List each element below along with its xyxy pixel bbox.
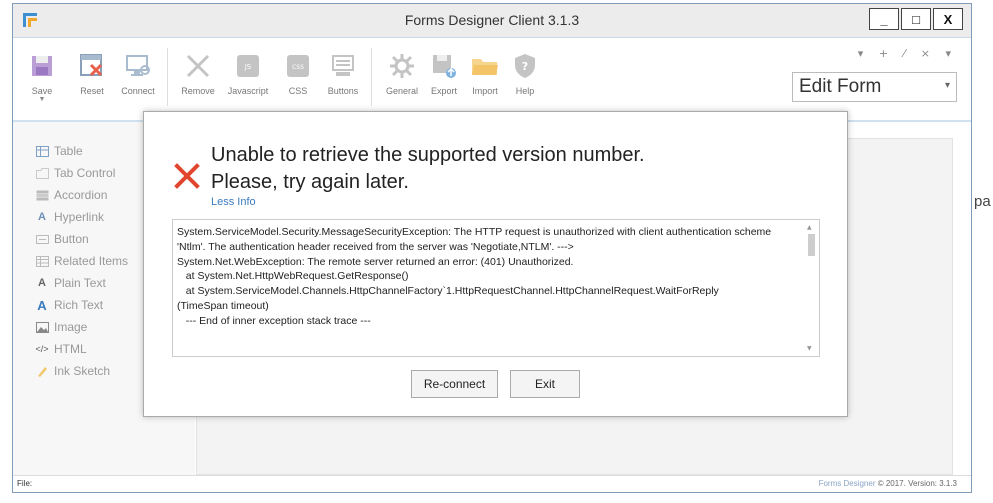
- window-title: Forms Designer Client 3.1.3: [404, 12, 580, 28]
- close-button[interactable]: X: [933, 8, 963, 30]
- css-label: CSS: [288, 86, 308, 96]
- minimize-button[interactable]: _: [869, 8, 899, 30]
- save-button[interactable]: Save ▼: [17, 50, 67, 103]
- details-scrollbar[interactable]: ▲ ▼: [805, 222, 817, 354]
- error-x-icon: [174, 163, 200, 189]
- connect-button[interactable]: Connect: [113, 50, 163, 96]
- less-info-link[interactable]: Less Info: [211, 196, 256, 208]
- sidebar-item-label: Hyperlink: [54, 210, 105, 224]
- button-icon: [35, 233, 49, 245]
- sidebar-item-label: Related Items: [54, 254, 129, 268]
- sidebar-item-label: Tab Control: [54, 166, 116, 180]
- tab-control-icon: [35, 167, 49, 179]
- help-button[interactable]: ? Help: [500, 50, 550, 96]
- title-bar: Forms Designer Client 3.1.3 _ □ X: [13, 4, 971, 38]
- buttons-button[interactable]: Buttons: [318, 50, 368, 96]
- hyperlink-icon: A: [38, 211, 46, 223]
- javascript-label: Javascript: [227, 86, 269, 96]
- related-items-icon: [35, 255, 49, 267]
- remove-label: Remove: [181, 86, 215, 96]
- css-button[interactable]: CSS CSS: [273, 50, 323, 96]
- toolbar-ribbon: Save ▼ Reset Connect Remove JS Javascrip…: [13, 38, 971, 122]
- html-code-icon: </>: [35, 344, 49, 354]
- chevron-down-icon[interactable]: ▼: [17, 96, 67, 103]
- sidebar-item-image[interactable]: Image: [35, 320, 87, 334]
- sidebar-item-label: Rich Text: [54, 298, 104, 312]
- sidebar-item-hyperlink[interactable]: A Hyperlink: [35, 210, 104, 224]
- exit-button[interactable]: Exit: [510, 370, 580, 398]
- status-version: Forms Designer © 2017. Version: 3.1.3: [819, 479, 957, 488]
- sidebar-item-label: Accordion: [54, 188, 108, 202]
- scroll-down-arrow-icon[interactable]: ▼: [807, 345, 812, 352]
- sidebar-item-label: Table: [54, 144, 83, 158]
- status-copyright: © 2017. Version: 3.1.3: [877, 479, 957, 488]
- sidebar-item-label: Image: [54, 320, 88, 334]
- table-icon: [35, 145, 49, 157]
- save-label: Save: [31, 86, 53, 96]
- buttons-icon: [332, 55, 354, 76]
- svg-text:JS: JS: [244, 63, 252, 71]
- maximize-button[interactable]: □: [901, 8, 931, 30]
- sidebar-item-button[interactable]: Button: [35, 232, 89, 246]
- save-icon: [32, 56, 52, 76]
- sidebar-item-label: Button: [54, 232, 89, 246]
- accordion-icon: [35, 189, 49, 201]
- sidebar-item-rich-text[interactable]: A Rich Text: [35, 297, 104, 313]
- error-message-line1: Unable to retrieve the supported version…: [211, 144, 645, 166]
- error-details-box[interactable]: System.ServiceModel.Security.MessageSecu…: [172, 219, 820, 357]
- status-brand: Forms Designer: [818, 479, 876, 488]
- gear-icon: [390, 54, 414, 78]
- sidebar-item-accordion[interactable]: Accordion: [35, 188, 107, 202]
- help-label: Help: [515, 86, 535, 96]
- rich-text-icon: A: [37, 297, 47, 313]
- export-icon: [433, 55, 456, 78]
- folder-icon: [472, 59, 498, 75]
- mode-select-value: Edit Form: [799, 76, 882, 97]
- javascript-icon: JS: [237, 55, 259, 77]
- scroll-thumb[interactable]: [808, 234, 815, 256]
- mode-select[interactable]: Edit Form ▾: [792, 72, 957, 102]
- error-dialog: Unable to retrieve the supported version…: [143, 111, 848, 417]
- reconnect-button[interactable]: Re-connect: [411, 370, 498, 398]
- connect-label: Connect: [121, 86, 155, 96]
- status-bar: File: Forms Designer © 2017. Version: 3.…: [13, 475, 971, 492]
- scroll-up-arrow-icon[interactable]: ▲: [807, 224, 812, 231]
- sidebar-item-ink-sketch[interactable]: Ink Sketch: [35, 364, 110, 378]
- sidebar-item-label: HTML: [54, 342, 87, 356]
- remove-button[interactable]: Remove: [173, 50, 223, 96]
- sidebar-item-related-items[interactable]: Related Items: [35, 254, 128, 268]
- buttons-label: Buttons: [327, 86, 359, 96]
- background-edge-text: pa: [974, 193, 991, 210]
- sidebar-item-html[interactable]: </> HTML: [35, 342, 87, 356]
- sidebar-item-table[interactable]: Table: [35, 144, 83, 158]
- ink-sketch-icon: [35, 365, 49, 377]
- remove-icon: [186, 54, 210, 78]
- css-icon: CSS: [287, 55, 309, 77]
- plain-text-icon: A: [38, 277, 46, 289]
- reset-icon: [80, 54, 103, 77]
- sidebar-item-label: Ink Sketch: [54, 364, 111, 378]
- connect-icon: [126, 55, 150, 76]
- svg-text:?: ?: [522, 60, 528, 73]
- error-details-text: System.ServiceModel.Security.MessageSecu…: [177, 226, 772, 327]
- svg-text:CSS: CSS: [292, 64, 304, 71]
- help-shield-icon: ?: [515, 54, 535, 78]
- chevron-down-icon: ▾: [944, 80, 950, 91]
- sidebar-item-plain-text[interactable]: A Plain Text: [35, 276, 106, 290]
- reset-button[interactable]: Reset: [67, 50, 117, 96]
- sidebar-item-tab-control[interactable]: Tab Control: [35, 166, 115, 180]
- image-icon: [35, 321, 49, 333]
- sidebar-item-label: Plain Text: [54, 276, 106, 290]
- reset-label: Reset: [80, 86, 104, 96]
- error-message-line2: Please, try again later.: [211, 171, 409, 193]
- mini-toolbar[interactable]: ▾ + ⁄ × ▾: [858, 47, 957, 60]
- javascript-button[interactable]: JS Javascript: [223, 50, 273, 96]
- status-file-label: File:: [17, 479, 33, 488]
